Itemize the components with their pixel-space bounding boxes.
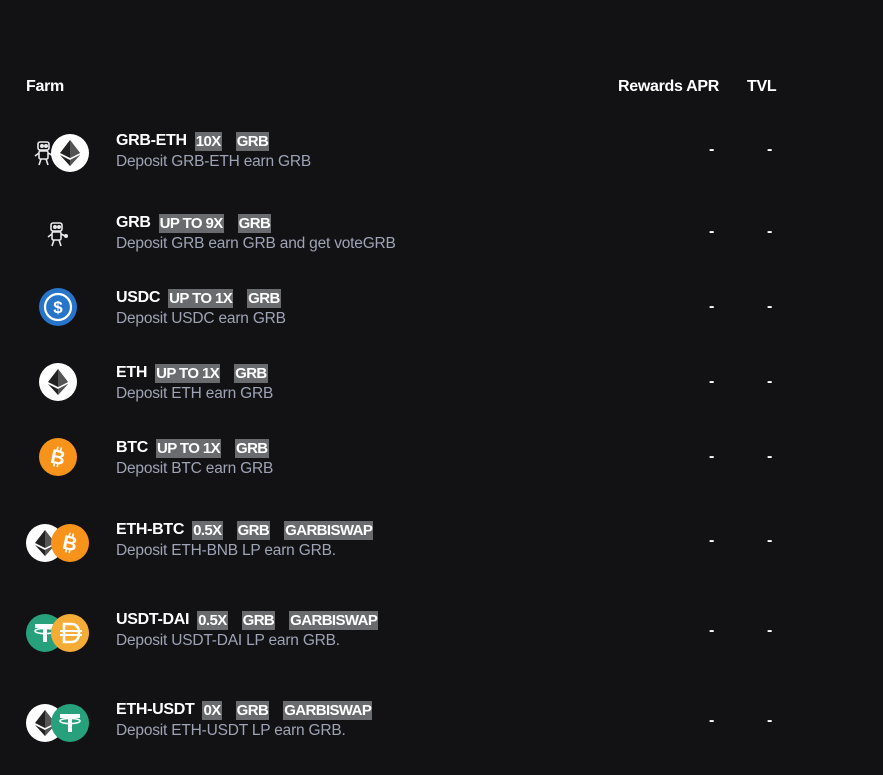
rewards-apr-value: - xyxy=(709,712,715,729)
garbi-robot-icon xyxy=(39,215,77,253)
multiplier-tag: 0.5X xyxy=(197,610,228,630)
pair-icons xyxy=(26,612,96,652)
reward-tag: GRB xyxy=(247,288,281,308)
rewards-apr-value: - xyxy=(709,298,715,315)
farm-description: Deposit ETH-USDT LP earn GRB. xyxy=(116,722,346,739)
dex-tag: GARBISWAP xyxy=(283,700,373,720)
header-rewards-apr[interactable]: Rewards APR xyxy=(618,78,719,96)
dex-tag: GARBISWAP xyxy=(289,610,379,630)
farm-row-btc[interactable]: B BTC UP TO 1X GRB Deposit BTC earn GRB … xyxy=(0,437,883,500)
tvl-value: - xyxy=(767,298,773,315)
btc-icon: B xyxy=(39,438,77,476)
rewards-apr-value: - xyxy=(709,373,715,390)
pair-icons xyxy=(26,215,96,255)
tvl-value: - xyxy=(767,448,773,465)
multiplier-tag: 0X xyxy=(202,700,222,720)
tvl-value: - xyxy=(767,373,773,390)
pair-icons: $ xyxy=(26,288,96,330)
multiplier-tag: 10X xyxy=(194,131,222,151)
pair-icons: B xyxy=(26,522,96,562)
farm-title: ETH-BTC 0.5X GRB GARBISWAP xyxy=(116,519,387,541)
farm-row-grb[interactable]: GRB UP TO 9X GRB Deposit GRB earn GRB an… xyxy=(0,212,883,275)
tvl-value: - xyxy=(767,712,773,729)
tvl-value: - xyxy=(767,223,773,240)
rewards-apr-value: - xyxy=(709,532,715,549)
farm-row-usdt-dai[interactable]: USDT-DAI 0.5X GRB GARBISWAP Deposit USDT… xyxy=(0,609,883,672)
tvl-value: - xyxy=(767,622,773,639)
farm-title: USDT-DAI 0.5X GRB GARBISWAP xyxy=(116,609,392,631)
rewards-apr-value: - xyxy=(709,622,715,639)
reward-tag: GRB xyxy=(236,520,271,540)
pair-name: BTC xyxy=(116,439,148,456)
pair-icons: B xyxy=(26,438,96,480)
multiplier-tag: UP TO 9X xyxy=(158,213,224,233)
reward-tag: GRB xyxy=(235,700,270,720)
eth-icon xyxy=(39,363,77,401)
farm-description: Deposit USDC earn GRB xyxy=(116,310,286,327)
farm-row-usdc[interactable]: $ USDC UP TO 1X GRB Deposit USDC earn GR… xyxy=(0,287,883,350)
pair-name: ETH-USDT xyxy=(116,701,195,718)
pair-name: GRB-ETH xyxy=(116,132,187,149)
farm-description: Deposit USDT-DAI LP earn GRB. xyxy=(116,632,340,649)
reward-tag: GRB xyxy=(237,213,272,233)
eth-icon xyxy=(51,134,89,172)
dai-icon xyxy=(51,614,89,652)
reward-tag: GRB xyxy=(235,131,270,151)
farm-description: Deposit ETH-BNB LP earn GRB. xyxy=(116,542,336,559)
multiplier-tag: UP TO 1X xyxy=(155,363,221,383)
farm-title: BTC UP TO 1X GRB xyxy=(116,437,283,459)
btc-icon: B xyxy=(51,524,89,562)
tvl-value: - xyxy=(767,532,773,549)
reward-tag: GRB xyxy=(234,363,268,383)
farm-title: ETH UP TO 1X GRB xyxy=(116,362,282,384)
rewards-apr-value: - xyxy=(709,223,715,240)
pair-icons xyxy=(26,702,96,742)
farm-row-grb-eth[interactable]: GRB-ETH 10X GRB Deposit GRB-ETH earn GRB… xyxy=(0,130,883,193)
farm-title: GRB UP TO 9X GRB xyxy=(116,212,285,234)
rewards-apr-value: - xyxy=(709,448,715,465)
pair-name: ETH-BTC xyxy=(116,521,185,538)
pair-name: USDC xyxy=(116,289,161,306)
header-farm: Farm xyxy=(26,78,64,95)
header-tvl[interactable]: TVL xyxy=(747,78,777,96)
farm-description: Deposit GRB-ETH earn GRB xyxy=(116,153,312,170)
pair-name: GRB xyxy=(116,214,151,231)
rewards-apr-value: - xyxy=(709,141,715,158)
farm-title: ETH-USDT 0X GRB GARBISWAP xyxy=(116,699,386,721)
farm-row-eth-usdt[interactable]: ETH-USDT 0X GRB GARBISWAP Deposit ETH-US… xyxy=(0,699,883,762)
svg-text:$: $ xyxy=(53,298,63,317)
tvl-value: - xyxy=(767,141,773,158)
pair-icons xyxy=(26,363,96,405)
farm-title: USDC UP TO 1X GRB xyxy=(116,287,295,309)
farm-description: Deposit BTC earn GRB xyxy=(116,460,274,477)
multiplier-tag: UP TO 1X xyxy=(168,288,234,308)
farm-row-eth[interactable]: ETH UP TO 1X GRB Deposit ETH earn GRB - … xyxy=(0,362,883,425)
usdc-icon: $ xyxy=(39,288,77,326)
multiplier-tag: 0.5X xyxy=(192,520,223,540)
table-header: Farm Rewards APR TVL xyxy=(0,0,883,100)
pair-name: USDT-DAI xyxy=(116,611,190,628)
farm-title: GRB-ETH 10X GRB xyxy=(116,130,283,152)
farm-description: Deposit ETH earn GRB xyxy=(116,385,274,402)
farm-row-eth-btc[interactable]: B ETH-BTC 0.5X GRB GARBISWAP Deposit ETH… xyxy=(0,519,883,582)
pair-name: ETH xyxy=(116,364,148,381)
reward-tag: GRB xyxy=(241,610,276,630)
usdt-icon xyxy=(51,704,89,742)
multiplier-tag: UP TO 1X xyxy=(155,438,221,458)
reward-tag: GRB xyxy=(235,438,269,458)
farm-description: Deposit GRB earn GRB and get voteGRB xyxy=(116,235,396,252)
pair-icons xyxy=(26,133,96,173)
dex-tag: GARBISWAP xyxy=(284,520,374,540)
